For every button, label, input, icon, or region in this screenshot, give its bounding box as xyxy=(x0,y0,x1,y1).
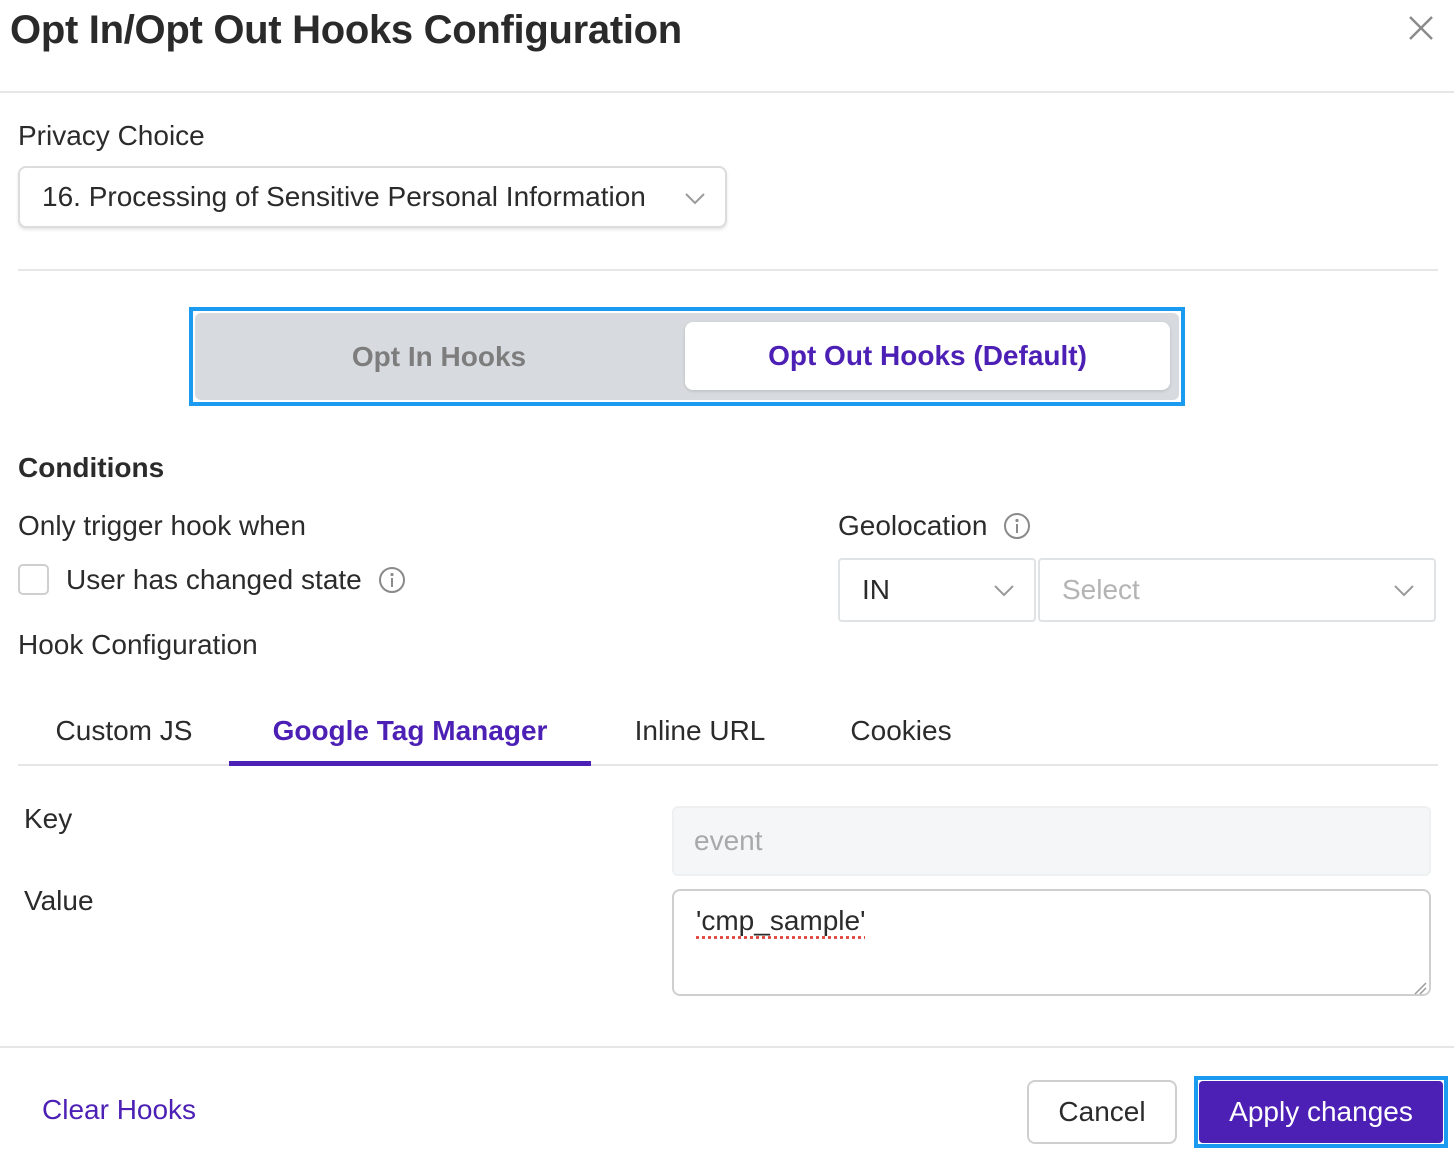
privacy-choice-value: 16. Processing of Sensitive Personal Inf… xyxy=(42,181,646,212)
info-icon[interactable] xyxy=(1003,512,1031,540)
dialog-title: Opt In/Opt Out Hooks Configuration xyxy=(10,8,682,52)
apply-changes-button[interactable]: Apply changes xyxy=(1199,1081,1443,1143)
footer-divider xyxy=(0,1046,1454,1048)
clear-hooks-link[interactable]: Clear Hooks xyxy=(42,1094,196,1126)
header-divider xyxy=(0,91,1454,93)
tab-cookies[interactable]: Cookies xyxy=(826,700,976,762)
privacy-choice-label: Privacy Choice xyxy=(18,120,205,151)
value-textarea-text: 'cmp_sample' xyxy=(696,905,866,936)
tab-google-tag-manager[interactable]: Google Tag Manager xyxy=(229,700,591,762)
chevron-down-icon xyxy=(685,193,705,205)
user-changed-state-checkbox[interactable] xyxy=(18,564,49,595)
key-input-value: event xyxy=(694,825,763,856)
trigger-condition-label: Only trigger hook when xyxy=(18,510,306,541)
geolocation-operator-select[interactable]: IN xyxy=(838,558,1036,622)
geolocation-label: Geolocation xyxy=(838,510,988,541)
cancel-button[interactable]: Cancel xyxy=(1027,1080,1177,1144)
key-label: Key xyxy=(24,803,73,834)
user-changed-state-label: User has changed state xyxy=(66,564,362,595)
opt-out-hooks-option[interactable]: Opt Out Hooks (Default) xyxy=(685,322,1170,390)
chevron-down-icon xyxy=(1394,585,1414,597)
value-label: Value xyxy=(24,885,94,916)
close-icon[interactable] xyxy=(1403,10,1439,46)
opt-in-hooks-option[interactable]: Opt In Hooks xyxy=(195,313,683,400)
privacy-choice-select[interactable]: 16. Processing of Sensitive Personal Inf… xyxy=(18,166,727,228)
geolocation-operator-value: IN xyxy=(862,574,890,605)
resize-handle-icon[interactable] xyxy=(1413,981,1427,995)
hook-configuration-label: Hook Configuration xyxy=(18,629,258,660)
section-divider xyxy=(18,269,1438,271)
chevron-down-icon xyxy=(994,585,1014,597)
active-tab-indicator xyxy=(229,761,591,766)
geolocation-region-placeholder: Select xyxy=(1062,574,1140,605)
key-input[interactable]: event xyxy=(672,806,1431,876)
tab-custom-js[interactable]: Custom JS xyxy=(30,700,218,762)
info-icon[interactable] xyxy=(378,566,406,594)
tab-inline-url[interactable]: Inline URL xyxy=(612,700,788,762)
conditions-heading: Conditions xyxy=(18,452,165,483)
value-textarea[interactable]: 'cmp_sample' xyxy=(672,889,1431,996)
geolocation-region-select[interactable]: Select xyxy=(1038,558,1436,622)
